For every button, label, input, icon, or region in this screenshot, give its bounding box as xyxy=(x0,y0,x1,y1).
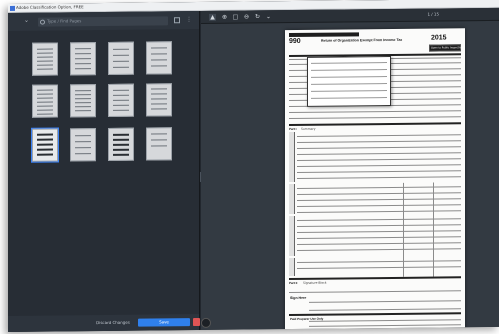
rule xyxy=(289,110,461,114)
revenue-side-bar xyxy=(289,183,295,215)
viewer-toolbar: ▲ ⊕ □ ⊖ ↻ ⌄ 1 / 15 xyxy=(201,7,499,24)
form-header-strip xyxy=(289,32,359,38)
rule xyxy=(309,308,461,311)
rule xyxy=(297,158,461,161)
page-thumbnail-6[interactable] xyxy=(70,84,96,118)
page-indicator: 1 / 15 xyxy=(427,11,439,17)
summary-label: Summary xyxy=(301,126,316,131)
document-viewer: ▲ ⊕ □ ⊖ ↻ ⌄ 1 / 15 990 Return of Organiz… xyxy=(201,7,499,333)
rule xyxy=(297,236,461,239)
open-to-public-badge: Open to Public Inspection xyxy=(429,44,463,52)
page-search-input[interactable]: Type / Find Pages xyxy=(38,16,168,27)
rule xyxy=(297,260,461,263)
zoom-out-icon[interactable]: ⊖ xyxy=(243,13,250,20)
activities-side-bar xyxy=(289,131,295,183)
rule xyxy=(297,192,461,195)
save-button[interactable]: Save xyxy=(138,318,190,327)
discard-changes-button[interactable]: Discard Changes xyxy=(94,319,132,327)
rule xyxy=(297,164,461,167)
rule xyxy=(297,146,461,149)
form-title: Return of Organization Exempt From Incom… xyxy=(321,37,403,43)
page-thumbnail-12[interactable] xyxy=(146,127,172,161)
search-placeholder: Type / Find Pages xyxy=(47,18,82,24)
rule xyxy=(289,290,461,294)
rule xyxy=(289,276,461,281)
window-title: Adobe Classification Option, FREE xyxy=(16,4,84,10)
fit-page-icon[interactable]: □ xyxy=(232,14,239,21)
rule xyxy=(297,198,461,201)
form-number: 990 xyxy=(289,37,301,46)
expenses-side-bar xyxy=(289,215,295,257)
page-thumbnail-8[interactable] xyxy=(146,83,172,117)
column-rule xyxy=(403,182,404,277)
page-thumbnail-4[interactable] xyxy=(146,41,172,75)
close-button[interactable] xyxy=(193,317,200,327)
rule xyxy=(289,312,461,317)
rule xyxy=(297,140,461,143)
signature-block-label: Signature Block xyxy=(303,280,327,285)
floating-action-button[interactable] xyxy=(201,317,211,328)
sign-here-label: Sign Here xyxy=(290,295,307,301)
zoom-in-icon[interactable]: ⊕ xyxy=(221,14,228,21)
rule xyxy=(297,176,461,179)
page-thumbnail-5[interactable] xyxy=(32,84,58,118)
thumbnails-footer: Discard Changes Save xyxy=(8,313,200,332)
page-thumbnail-2[interactable] xyxy=(70,42,96,76)
rule xyxy=(289,116,461,120)
chevron-down-icon[interactable]: ⌄ xyxy=(24,17,29,24)
rule xyxy=(309,329,461,332)
document-page: 990 Return of Organization Exempt From I… xyxy=(285,28,465,333)
rule xyxy=(297,230,461,233)
select-tool-icon[interactable]: ▲ xyxy=(209,13,216,21)
rule xyxy=(309,300,461,303)
app-window: Adobe Classification Option, FREE ⌄ Type… xyxy=(8,0,499,333)
form-year: 2015 xyxy=(431,34,447,42)
page-thumbnails-panel: ⌄ Type / Find Pages ⋮ Discard Changes Sa… xyxy=(8,10,200,332)
page-thumbnail-1[interactable] xyxy=(32,42,58,76)
page-thumbnail-9[interactable] xyxy=(31,127,59,163)
rule xyxy=(297,186,461,189)
page-thumbnail-3[interactable] xyxy=(108,41,134,75)
rule xyxy=(309,319,461,322)
field-popup[interactable] xyxy=(307,55,391,107)
rule xyxy=(297,224,461,227)
rule xyxy=(297,218,461,221)
page-thumbnail-7[interactable] xyxy=(108,83,134,117)
rule xyxy=(297,204,461,207)
rule xyxy=(297,210,461,213)
search-icon xyxy=(40,19,45,25)
chevron-down-icon[interactable]: ⌄ xyxy=(265,13,272,20)
rule xyxy=(309,324,461,327)
page-thumbnail-11[interactable] xyxy=(108,127,134,161)
net-assets-side-bar xyxy=(289,257,295,277)
rule xyxy=(297,152,461,155)
thumbnails-toolbar: ⌄ Type / Find Pages ⋮ xyxy=(8,10,199,32)
rule xyxy=(297,242,461,245)
column-rule xyxy=(433,182,434,277)
rule xyxy=(297,266,461,269)
app-icon xyxy=(10,5,15,11)
more-options-icon[interactable]: ⋮ xyxy=(186,16,192,23)
page-thumbnail-10[interactable] xyxy=(70,128,96,162)
part-ii-label: Part II xyxy=(289,280,298,286)
rotate-icon[interactable]: ↻ xyxy=(254,13,261,20)
rule xyxy=(297,248,461,251)
rule xyxy=(289,122,461,127)
rule xyxy=(297,134,461,137)
rule xyxy=(297,170,461,173)
grid-view-icon[interactable] xyxy=(174,17,180,24)
part-i-label: Part I xyxy=(289,126,297,132)
